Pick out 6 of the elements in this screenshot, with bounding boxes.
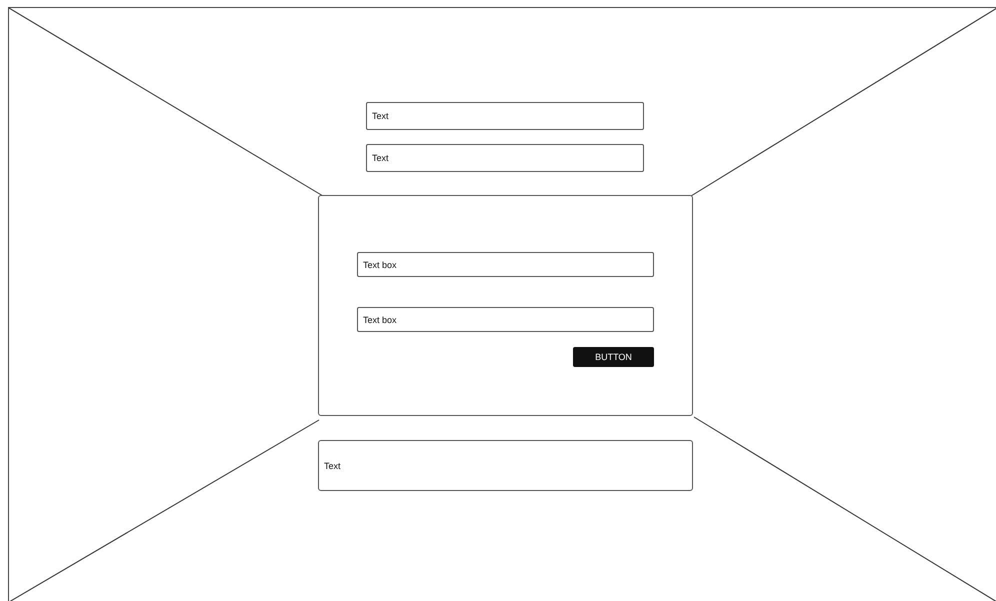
text-box[interactable]: Text box bbox=[357, 252, 654, 277]
text-field[interactable]: Text bbox=[366, 144, 644, 172]
text-area[interactable]: Text bbox=[318, 440, 693, 491]
text-box[interactable]: Text box bbox=[357, 307, 654, 332]
text-field[interactable]: Text bbox=[366, 102, 644, 130]
submit-button[interactable]: BUTTON bbox=[573, 347, 654, 367]
